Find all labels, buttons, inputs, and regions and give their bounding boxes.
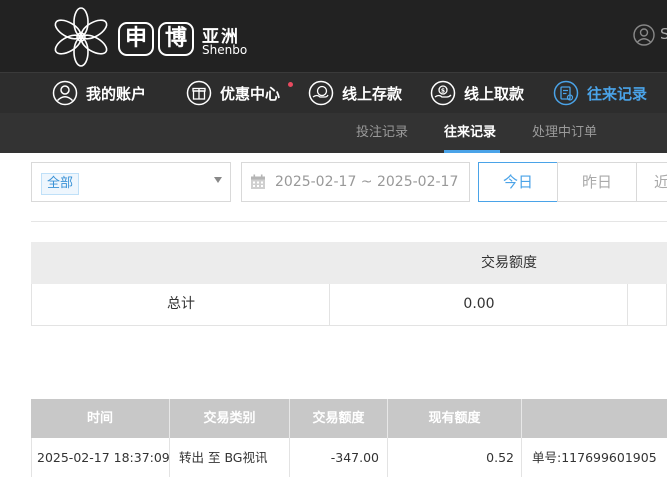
chevron-down-icon [214,177,222,183]
brand-name-en: Shenbo [202,43,248,57]
cell-time: 2025-02-17 18:37:09 [37,450,170,465]
cell-remark: 单号:117699601905 [532,450,657,465]
summary-total-label: 总计 [167,296,195,312]
recent-button[interactable]: 近 [636,162,667,202]
user-profile-icon[interactable] [633,24,655,46]
tab-pending-orders[interactable]: 处理中订单 [532,113,597,153]
col-balance: 现有额度 [428,411,481,426]
main-nav: 我的账户 优惠中心 线上存款 $ 线上取款 往来记录 [0,72,667,113]
nav-label-promotions: 优惠中心 [220,84,281,103]
cell-balance: 0.52 [486,450,514,465]
summary-header-label: 交易额度 [481,255,537,271]
nav-item-withdraw[interactable]: $ 线上取款 [430,73,524,113]
today-button[interactable]: 今日 [478,162,558,202]
yesterday-button[interactable]: 昨日 [557,162,637,202]
nav-label-records: 往来记录 [587,84,648,103]
nav-label-deposit: 线上存款 [342,84,403,103]
nav-item-my-account[interactable]: 我的账户 [52,73,146,113]
col-time: 时间 [86,411,113,426]
tab-transaction-records[interactable]: 往来记录 [444,113,496,153]
section-divider [31,221,667,222]
logo-char-1: 申 [118,22,154,56]
top-header: 申 博 亚洲 Shenbo S [0,0,667,72]
date-range-picker[interactable]: 2025-02-17 ~ 2025-02-17 [241,162,470,202]
cell-amount: -347.00 [330,450,379,465]
summary-divider-2 [627,284,628,325]
gift-icon [186,80,212,106]
col-type: 交易类别 [203,411,256,426]
user-circle-icon [52,80,78,106]
summary-row: 总计 0.00 [31,284,667,326]
table-row: 2025-02-17 18:37:09 转出 至 BG视讯 -347.00 0.… [31,438,667,477]
deposit-icon [308,80,334,106]
logo-char-2: 博 [158,22,194,56]
nav-item-deposit[interactable]: 线上存款 [308,73,402,113]
user-initial[interactable]: S [660,25,667,43]
table-header: 时间 交易类别 交易额度 现有额度 [31,399,667,438]
col-remark [522,399,667,438]
nav-label-withdraw: 线上取款 [464,84,525,103]
cell-type: 转出 至 BG视讯 [179,450,268,465]
tab-bet-records[interactable]: 投注记录 [356,113,408,153]
row-divider [521,438,522,477]
sub-nav: 投注记录 往来记录 处理中订单 [0,113,667,153]
flower-logo-icon [54,7,108,67]
type-tag: 全部 [41,173,80,195]
summary-total-value: 0.00 [463,296,495,312]
records-icon [553,80,579,106]
withdraw-icon: $ [430,80,456,106]
transaction-type-select[interactable]: 全部 [31,162,231,202]
col-amount: 交易额度 [312,411,365,426]
date-range-value: 2025-02-17 ~ 2025-02-17 [275,174,459,190]
svg-text:$: $ [441,88,445,95]
notification-dot [288,82,293,87]
summary-header: 交易额度 [31,242,667,284]
nav-label-my-account: 我的账户 [86,84,147,103]
active-tab-indicator [444,150,500,153]
nav-item-promotions[interactable]: 优惠中心 [186,73,293,113]
nav-item-records[interactable]: 往来记录 [553,73,647,113]
calendar-icon [251,174,265,189]
row-divider [169,438,170,477]
